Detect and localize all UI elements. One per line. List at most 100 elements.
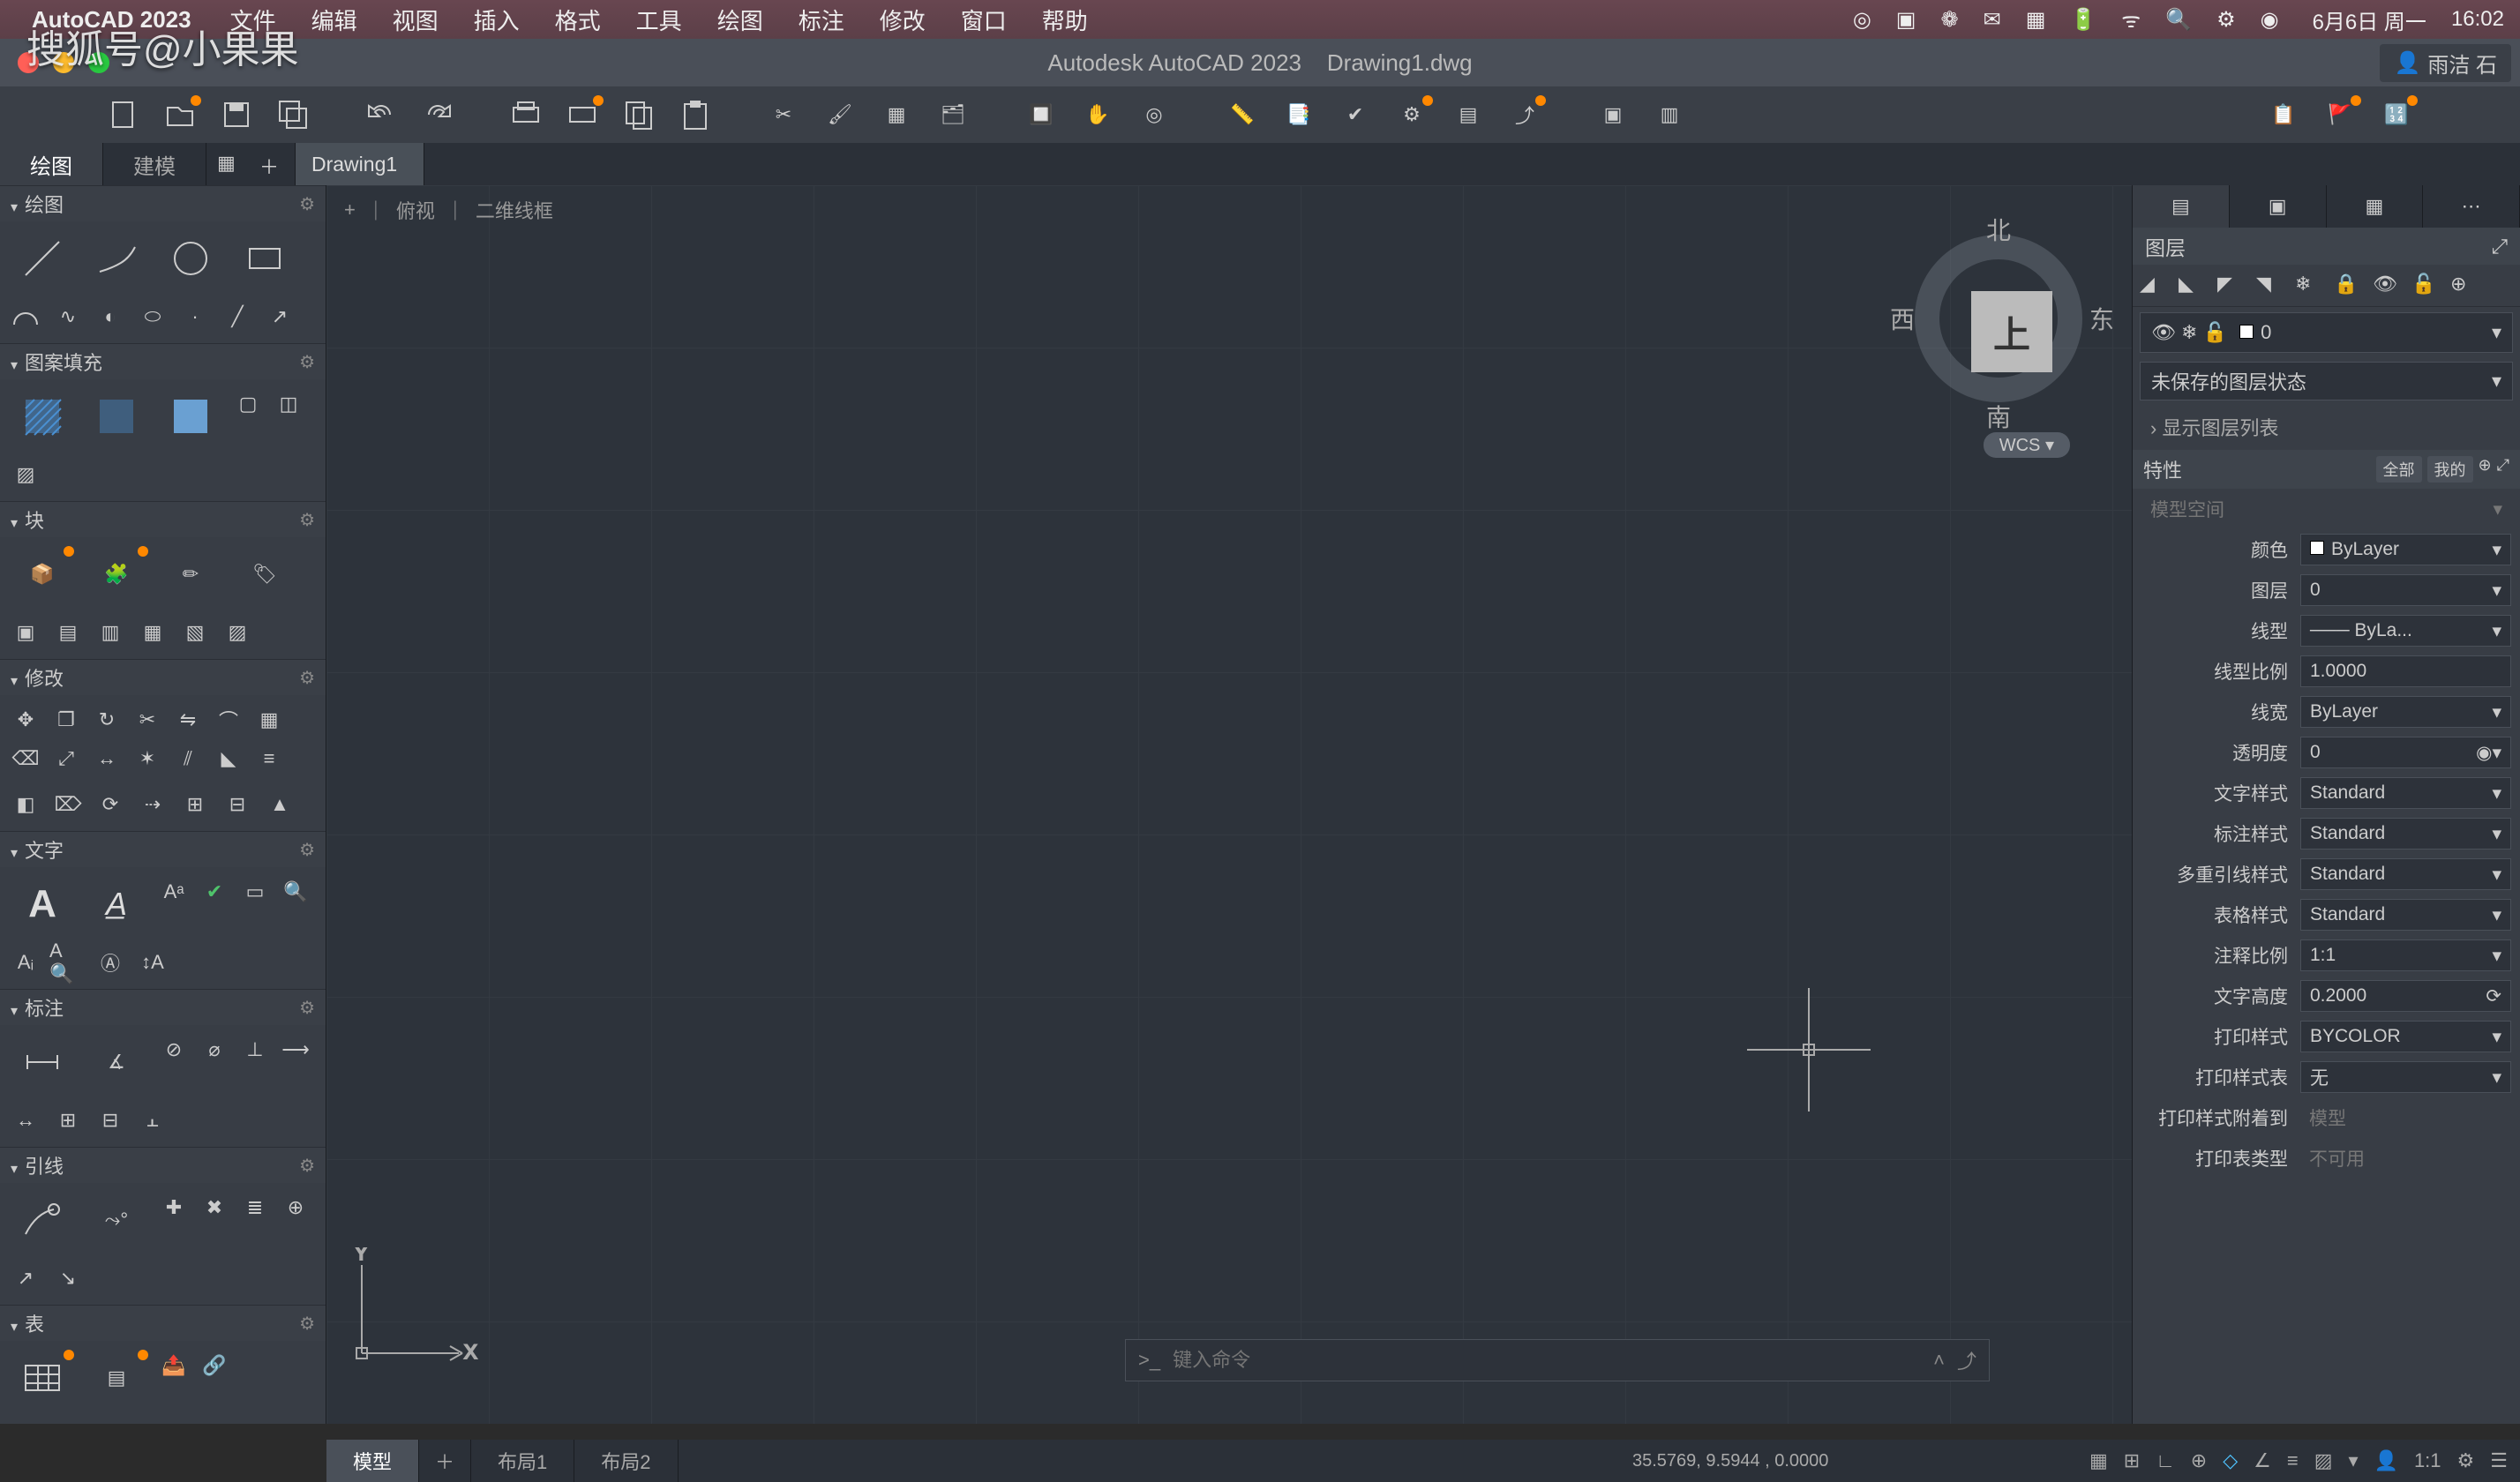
group-button[interactable]: ▣ — [1595, 97, 1631, 132]
explode-tool[interactable]: ✶ — [129, 741, 166, 776]
view-cube[interactable]: 上 北 南 东 西 — [1897, 217, 2100, 420]
table-sub-1[interactable]: ⊞ — [7, 1418, 44, 1424]
polar-icon[interactable]: ⊕ — [2191, 1449, 2207, 1472]
customize-status-icon[interactable]: ☰ — [2490, 1449, 2508, 1472]
table-sub-2[interactable]: ⊟ — [49, 1418, 86, 1424]
rectangle-tool[interactable] — [229, 228, 300, 288]
prop-annoscale-value[interactable]: 1:1▾ — [2300, 939, 2511, 971]
table-tool[interactable] — [7, 1348, 78, 1408]
gear-icon[interactable]: ⚙︎ — [299, 667, 315, 689]
anno-scale-icon[interactable]: ▾ — [2348, 1449, 2358, 1472]
add-view-icon[interactable]: ＋ — [259, 152, 284, 176]
layer-btn-4[interactable]: ◥ — [2256, 273, 2283, 299]
section-modify-header[interactable]: ▾修改⚙︎ — [0, 660, 326, 695]
layer-selector[interactable]: 👁︎ ❄︎ 🔓 0▾ — [2140, 312, 2513, 353]
otrack-icon[interactable]: ∠ — [2254, 1449, 2271, 1472]
viewcube-east[interactable]: 东 — [2089, 301, 2114, 336]
new-file-button[interactable] — [106, 97, 141, 132]
menu-tools[interactable]: 工具 — [636, 4, 682, 36]
text-sub-4[interactable]: ↕A — [134, 945, 171, 980]
align-tool[interactable]: ≡ — [251, 741, 288, 776]
tab-modeling[interactable]: 建模 — [103, 143, 206, 185]
leader-sub-2[interactable]: ↘︎ — [49, 1261, 86, 1296]
viewport-plus-icon[interactable]: + — [344, 198, 356, 221]
action-button[interactable]: ⚙︎ — [1394, 97, 1429, 132]
xrefs-panel-tab[interactable]: ▦ — [2327, 185, 2424, 228]
layer-btn-5[interactable]: ❄︎ — [2295, 273, 2321, 299]
command-line[interactable]: >_ ˄ ⤴︎ — [1125, 1339, 1990, 1381]
layer-manage-button[interactable]: 📑 — [1281, 97, 1316, 132]
tab-model[interactable]: 模型 — [326, 1440, 419, 1482]
gear-icon[interactable]: ⚙︎ — [299, 351, 315, 373]
prop-mleaderstyle-value[interactable]: Standard▾ — [2300, 858, 2511, 890]
wipeout-tool[interactable]: ◫ — [270, 386, 307, 422]
wcs-badge[interactable]: WCS ▾ — [1984, 432, 2070, 458]
leader-align-tool[interactable]: ≣ — [236, 1190, 274, 1225]
prop-plottable-value[interactable]: 无▾ — [2300, 1061, 2511, 1093]
section-block-header[interactable]: ▾块⚙︎ — [0, 502, 326, 537]
gradient-tool[interactable] — [81, 386, 152, 446]
zoom-button[interactable]: 🔲 — [1024, 97, 1059, 132]
rotate-tool[interactable]: ↻ — [88, 702, 125, 737]
layer-btn-1[interactable]: ◢ — [2140, 273, 2166, 299]
menubar-time[interactable]: 16:02 — [2451, 7, 2504, 32]
batch-plot-button[interactable] — [565, 97, 600, 132]
prop-dimstyle-value[interactable]: Standard▾ — [2300, 818, 2511, 850]
attribute-tool[interactable]: 🏷︎ — [229, 544, 300, 604]
dim-ordinate-tool[interactable]: ⊥ — [236, 1032, 274, 1067]
command-input[interactable] — [1173, 1349, 1921, 1372]
line-tool[interactable] — [7, 228, 78, 288]
insert-block-tool[interactable]: 📦 — [7, 544, 78, 604]
menu-window[interactable]: 窗口 — [961, 4, 1007, 36]
prop-transparency-value[interactable]: 0◉▾ — [2300, 737, 2511, 768]
block-sub-1[interactable]: ▣ — [7, 615, 44, 650]
prop-tablestyle-value[interactable]: Standard▾ — [2300, 899, 2511, 931]
layer-btn-9[interactable]: ⊕ — [2450, 273, 2477, 299]
section-dim-header[interactable]: ▾标注⚙︎ — [0, 990, 326, 1025]
tray-app1-icon[interactable]: ◎ — [1853, 7, 1871, 33]
edit-block-tool[interactable]: ✏︎ — [155, 544, 226, 604]
drawing-canvas[interactable]: +｜ 俯视｜ 二维线框 上 北 南 东 西 WCS ▾ Y X — [326, 185, 2132, 1424]
saveas-button[interactable] — [275, 97, 311, 132]
lineweight-display-icon[interactable]: ≡ — [2287, 1449, 2299, 1472]
file-tab-drawing1[interactable]: Drawing1 — [296, 143, 424, 185]
dim-sub-4[interactable]: ⫠ — [134, 1103, 171, 1138]
viewcube-west[interactable]: 西 — [1890, 301, 1915, 336]
spell-check-tool[interactable]: ✔︎ — [196, 874, 233, 909]
scale-tool[interactable]: ⤢ — [48, 741, 85, 776]
grid-view-icon[interactable]: ▦ — [217, 152, 242, 176]
block-sub-5[interactable]: ▧ — [176, 615, 214, 650]
pan-button[interactable]: ✋ — [1080, 97, 1115, 132]
layer-btn-2[interactable]: ◣ — [2179, 273, 2205, 299]
block-sub-6[interactable]: ▨ — [219, 615, 256, 650]
block-sub-3[interactable]: ▥ — [92, 615, 129, 650]
region-tool[interactable]: ▢ — [229, 386, 266, 422]
layer-panel-menu-icon[interactable]: ⤢ — [2492, 235, 2508, 258]
redo-button[interactable] — [420, 97, 455, 132]
tray-wifi-icon[interactable]: ᯤ — [2121, 5, 2141, 34]
tray-wechat-icon[interactable]: ✉︎ — [1984, 7, 2001, 33]
field-tool[interactable]: ▭ — [236, 874, 274, 909]
ortho-icon[interactable]: ∟ — [2156, 1449, 2175, 1472]
prop-plotstyle-value[interactable]: BYCOLOR▾ — [2300, 1021, 2511, 1052]
modify-sub-7[interactable]: ▲ — [261, 787, 298, 822]
modify-sub-1[interactable]: ◧ — [7, 787, 44, 822]
polyline-tool[interactable] — [81, 228, 152, 288]
ellipse-arc-tool[interactable]: ◐ — [92, 299, 129, 334]
check-button[interactable]: ✔︎ — [1338, 97, 1373, 132]
viewport-view-label[interactable]: 俯视 — [396, 196, 435, 224]
leader-add-tool[interactable]: ✚ — [155, 1190, 192, 1225]
prop-textstyle-value[interactable]: Standard▾ — [2300, 777, 2511, 809]
viewport-header[interactable]: +｜ 俯视｜ 二维线框 — [344, 196, 553, 224]
tab-layout2[interactable]: 布局2 — [574, 1440, 678, 1482]
point-tool[interactable]: · — [176, 299, 214, 334]
markup-button[interactable]: 🚩 — [2322, 97, 2358, 132]
undo-button[interactable] — [364, 97, 399, 132]
move-tool[interactable]: ✥ — [7, 702, 44, 737]
dim-sub-1[interactable]: ↔︎ — [7, 1103, 44, 1138]
xref-button[interactable]: 🗂︎ — [935, 97, 971, 132]
prop-layer-value[interactable]: 0▾ — [2300, 574, 2511, 606]
gear-icon[interactable]: ⚙︎ — [299, 997, 315, 1019]
find-tool[interactable]: 🔍 — [277, 874, 314, 909]
copy-tool[interactable]: ❐ — [48, 702, 85, 737]
